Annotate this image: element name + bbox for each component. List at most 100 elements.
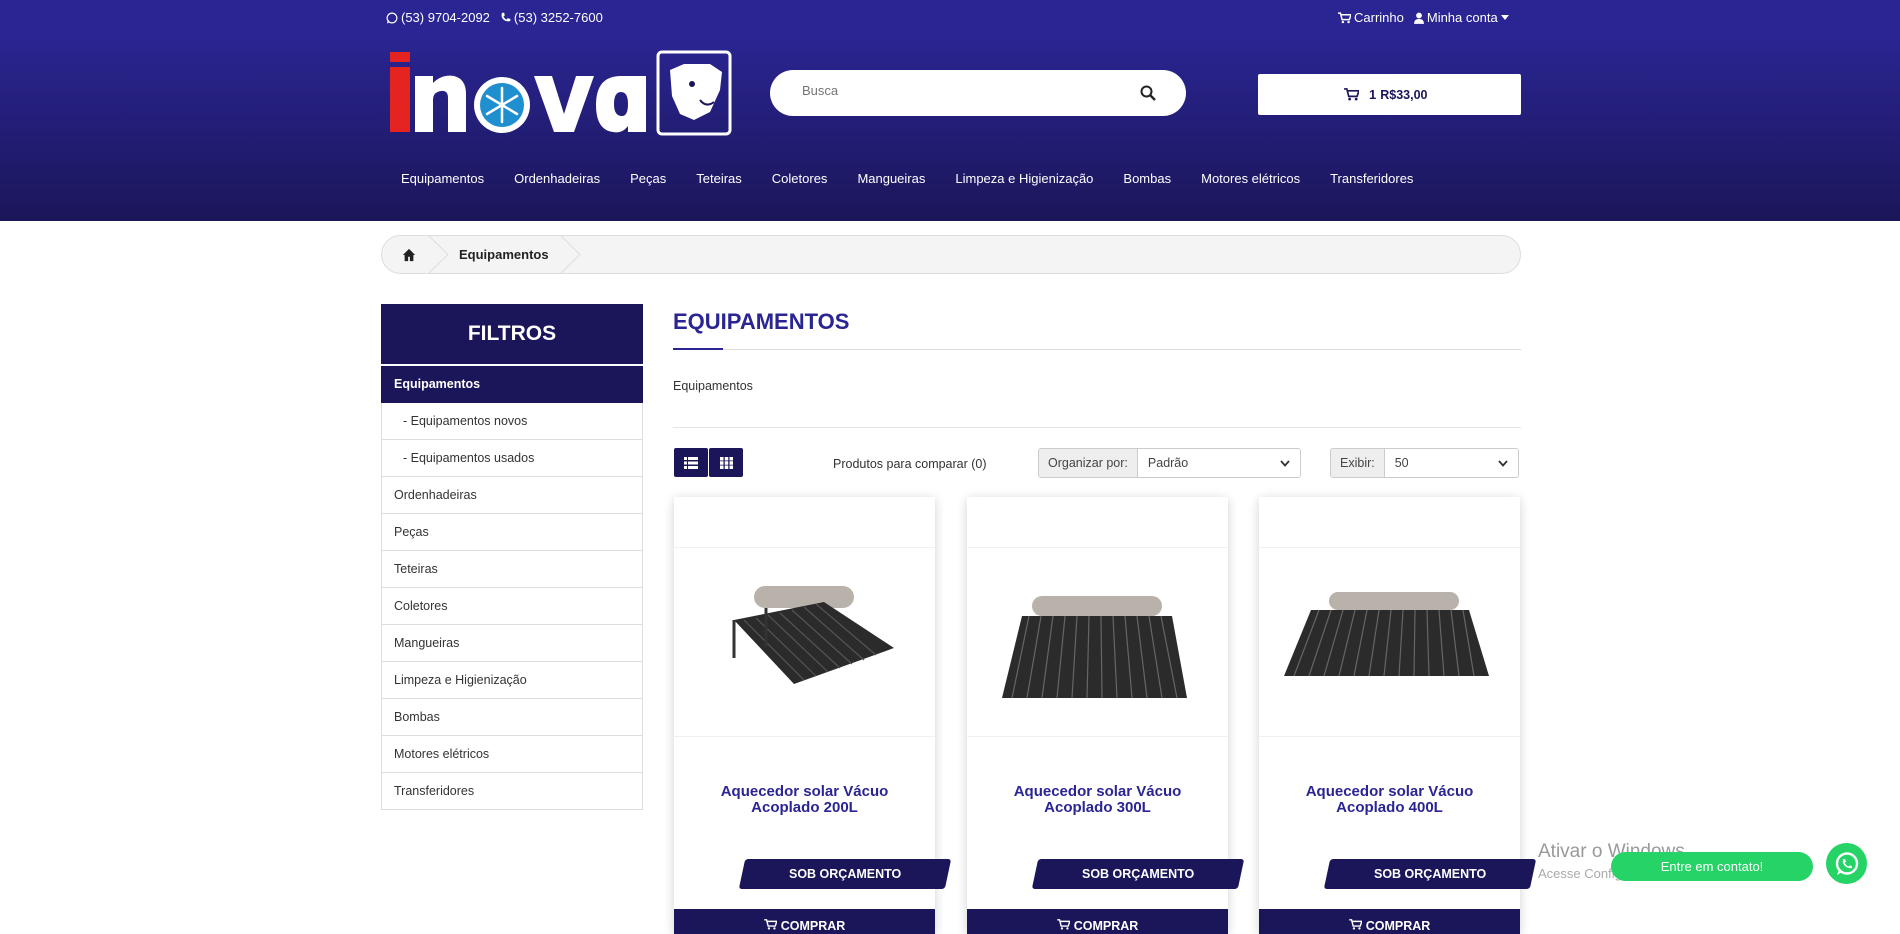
solar-heater-image (1284, 592, 1489, 677)
cart-icon (1348, 919, 1362, 930)
product-card: Aquecedor solar Vácuo Acoplado 300L SOB … (967, 497, 1245, 934)
phone-text: (53) 3252-7600 (513, 10, 603, 25)
filters-title: FILTROS (381, 304, 643, 366)
nav-item[interactable]: Bombas (1108, 171, 1186, 186)
cart-summary-button[interactable]: 1 R$33,00 (1258, 74, 1521, 115)
filter-item[interactable]: Motores elétricos (381, 736, 643, 773)
caret-down-icon (1500, 15, 1509, 20)
buy-button[interactable]: COMPRAR (1259, 909, 1520, 934)
search-input[interactable] (802, 83, 1122, 98)
breadcrumb-separator (428, 235, 449, 274)
compare-link[interactable]: Produtos para comparar (0) (833, 457, 987, 471)
filter-item[interactable]: Transferidores (381, 773, 643, 810)
cart-icon (1056, 919, 1070, 930)
buy-button[interactable]: COMPRAR (967, 909, 1228, 934)
nav-item[interactable]: Motores elétricos (1186, 171, 1315, 186)
whatsapp-phone[interactable]: (53) 9704-2092 (386, 10, 490, 25)
quote-badge-label: SOB ORÇAMENTO (788, 867, 902, 881)
quote-badge[interactable]: SOB ORÇAMENTO (1323, 859, 1537, 889)
quote-badge[interactable]: SOB ORÇAMENTO (1031, 859, 1245, 889)
grid-view-button[interactable] (709, 448, 743, 477)
product-image[interactable] (1259, 547, 1520, 737)
filter-item[interactable]: Teteiras (381, 551, 643, 588)
cart-icon (1338, 11, 1351, 23)
page-title: EQUIPAMENTOS (673, 309, 850, 334)
product-card: Aquecedor solar Vácuo Acoplado 400L SOB … (1259, 497, 1537, 934)
product-name[interactable]: Aquecedor solar Vácuo Acoplado 400L (1279, 784, 1500, 816)
cart-icon (1344, 88, 1359, 101)
phone[interactable]: (53) 3252-7600 (500, 10, 603, 25)
nav-item[interactable]: Peças (615, 171, 681, 186)
divider (673, 427, 1521, 428)
product-image[interactable] (967, 547, 1228, 737)
nav-item[interactable]: Limpeza e Higienização (940, 171, 1108, 186)
home-icon[interactable] (402, 248, 416, 262)
account-menu-label: Minha conta (1426, 10, 1498, 25)
whatsapp-icon (1835, 851, 1858, 875)
show-select[interactable]: 50 (1384, 449, 1518, 477)
site-header: 1 R$33,00 EquipamentosOrdenhadeirasPeças… (0, 36, 1900, 221)
sort-select-value: Padrão (1147, 456, 1189, 470)
nav-item[interactable]: Coletores (757, 171, 843, 186)
show-control: Exibir: 50 (1330, 448, 1519, 478)
filters-panel: FILTROS Equipamentos - Equipamentos novos… (381, 304, 643, 810)
whatsapp-float-button[interactable] (1826, 843, 1867, 884)
breadcrumb-current[interactable]: Equipamentos (459, 247, 549, 262)
buy-button[interactable]: COMPRAR (674, 909, 935, 934)
breadcrumb-separator (560, 235, 581, 274)
list-view-button[interactable] (674, 448, 708, 477)
show-label: Exibir: (1331, 449, 1385, 477)
buy-button-label: COMPRAR (1073, 919, 1139, 933)
filter-item[interactable]: Peças (381, 514, 643, 551)
phone-icon (501, 12, 511, 22)
nav-item[interactable]: Mangueiras (842, 171, 940, 186)
product-card: Aquecedor solar Vácuo Acoplado 200L SOB … (674, 497, 952, 934)
sort-select[interactable]: Padrão (1137, 449, 1300, 477)
cart-icon (763, 919, 777, 930)
filter-item[interactable]: Mangueiras (381, 625, 643, 662)
user-icon (1413, 12, 1424, 24)
top-bar: (53) 9704-2092 (53) 3252-7600 Carrinho M… (0, 0, 1900, 36)
quote-badge-label: SOB ORÇAMENTO (1081, 867, 1195, 881)
filter-item[interactable]: Coletores (381, 588, 643, 625)
solar-heater-image (732, 586, 894, 684)
product-name[interactable]: Aquecedor solar Vácuo Acoplado 300L (987, 784, 1208, 816)
solar-heater-image (1002, 596, 1187, 699)
nav-item[interactable]: Equipamentos (386, 171, 499, 186)
filter-item[interactable]: Equipamentos (381, 366, 643, 403)
quote-badge[interactable]: SOB ORÇAMENTO (738, 859, 952, 889)
cart-count: 1 (1369, 87, 1377, 102)
cart-link[interactable]: Carrinho (1338, 10, 1404, 25)
nav-item[interactable]: Teteiras (681, 171, 757, 186)
show-select-value: 50 (1394, 456, 1409, 470)
chevron-down-icon (1498, 459, 1508, 467)
title-accent (673, 348, 723, 350)
site-logo[interactable] (388, 50, 733, 136)
search-box (770, 70, 1186, 116)
whatsapp-phone-text: (53) 9704-2092 (401, 10, 490, 25)
product-image[interactable] (674, 547, 935, 737)
nav-item[interactable]: Ordenhadeiras (499, 171, 615, 186)
filter-item[interactable]: - Equipamentos novos (381, 403, 643, 440)
product-name[interactable]: Aquecedor solar Vácuo Acoplado 200L (694, 784, 915, 816)
filter-item[interactable]: - Equipamentos usados (381, 440, 643, 477)
search-icon[interactable] (1140, 85, 1156, 101)
category-description: Equipamentos (673, 379, 753, 393)
whatsapp-icon (386, 12, 398, 23)
sort-control: Organizar por: Padrão (1038, 448, 1301, 478)
quote-badge-label: SOB ORÇAMENTO (1373, 867, 1487, 881)
title-divider (673, 349, 1521, 350)
sort-label: Organizar por: (1039, 449, 1138, 477)
cart-total: R$33,00 (1380, 87, 1428, 102)
main-nav: Equipamentos Ordenhadeiras Peças Teteiras Co… (386, 171, 1428, 186)
nav-item[interactable]: Transferidores (1315, 171, 1428, 186)
list-view-icon (684, 456, 698, 469)
filter-item[interactable]: Bombas (381, 699, 643, 736)
filter-item[interactable]: Limpeza e Higienização (381, 662, 643, 699)
whatsapp-contact-pill[interactable]: Entre em contato! (1611, 852, 1813, 881)
filter-item[interactable]: Ordenhadeiras (381, 477, 643, 514)
cart-link-label: Carrinho (1354, 10, 1404, 25)
breadcrumb: Equipamentos (381, 235, 1521, 274)
inova-logo (390, 50, 732, 136)
account-menu[interactable]: Minha conta (1413, 10, 1509, 25)
